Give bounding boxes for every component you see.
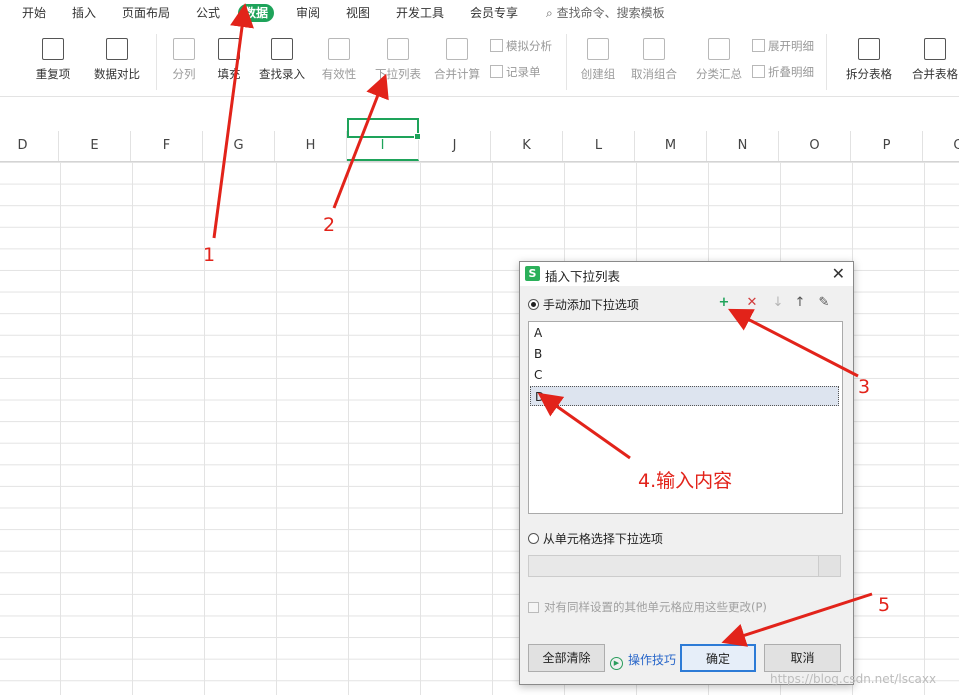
step-2-label: 2 [323, 214, 336, 236]
arrow-3 [728, 308, 859, 378]
step-4-label: 4.输入内容 [638, 470, 733, 492]
watermark: https://blog.csdn.net/lscaxx [770, 672, 937, 686]
arrow-4 [537, 392, 631, 460]
step-1-label: 1 [203, 244, 216, 266]
step-3-label: 3 [858, 376, 871, 398]
arrow-1 [212, 3, 254, 239]
annotation-arrows [212, 3, 873, 647]
arrow-2 [332, 73, 389, 209]
step-5-label: 5 [878, 594, 891, 616]
arrow-5 [721, 592, 873, 647]
